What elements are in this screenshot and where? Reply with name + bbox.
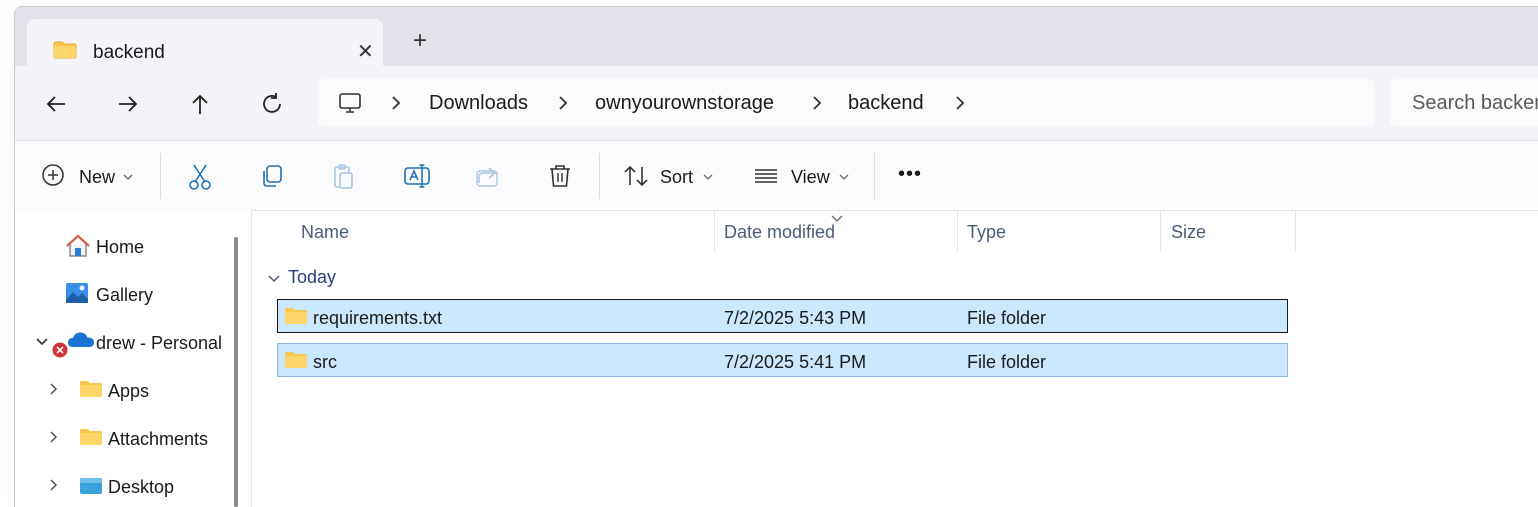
breadcrumb-downloads[interactable]: Downloads (429, 92, 528, 115)
separator (874, 153, 875, 199)
folder-icon (53, 41, 77, 64)
view-label[interactable]: View (791, 167, 830, 188)
breadcrumb-backend[interactable]: backend (848, 92, 924, 115)
navigation-bar: Downloads ownyourownstorage backend Sear… (15, 66, 1538, 140)
tab-backend[interactable]: backend ✕ (27, 19, 383, 69)
column-header-name[interactable]: Name (301, 222, 349, 243)
file-type: File folder (967, 308, 1047, 328)
refresh-icon (263, 93, 281, 113)
copy-button[interactable] (259, 163, 285, 191)
arrow-up-icon (192, 94, 208, 114)
file-type: File folder (967, 352, 1047, 372)
chevron-right-icon[interactable] (49, 430, 59, 449)
trash-icon (550, 165, 570, 187)
search-input[interactable]: Search backen (1390, 79, 1538, 127)
sort-button[interactable] (623, 163, 649, 191)
chevron-down-icon[interactable] (123, 169, 133, 197)
sidebar-item-onedrive[interactable]: drew - Personal (96, 333, 222, 354)
sync-error-icon (51, 341, 69, 364)
folder-icon (79, 428, 103, 451)
new-label[interactable]: New (79, 167, 115, 188)
separator (599, 153, 600, 199)
close-tab-icon[interactable]: ✕ (357, 39, 374, 64)
column-header-size[interactable]: Size (1171, 222, 1206, 243)
scissors-icon (189, 164, 211, 190)
column-divider[interactable] (1160, 210, 1161, 252)
breadcrumb-ownyourownstorage[interactable]: ownyourownstorage (595, 92, 774, 115)
column-header-type[interactable]: Type (967, 222, 1006, 243)
new-button[interactable] (41, 163, 65, 191)
sidebar-item-home[interactable]: Home (96, 237, 144, 258)
refresh-button[interactable] (259, 91, 289, 121)
column-divider[interactable] (957, 210, 958, 252)
file-date-modified: 7/2/2025 5:43 PM (724, 308, 867, 328)
gallery-icon (65, 281, 89, 310)
sort-label[interactable]: Sort (660, 167, 693, 188)
chevron-right-icon[interactable] (954, 94, 966, 117)
onedrive-icon (67, 331, 95, 354)
chevron-down-icon[interactable] (267, 271, 281, 289)
sidebar-item-attachments[interactable]: Attachments (108, 429, 208, 450)
folder-icon (79, 380, 103, 403)
tab-bar: backend ✕ + (15, 7, 1538, 69)
column-divider[interactable] (1295, 210, 1296, 252)
file-explorer-window: backend ✕ + Downloads ownyourownstorage … (14, 6, 1538, 507)
new-tab-button[interactable]: + (413, 29, 427, 53)
group-header-today[interactable]: Today (288, 267, 336, 288)
search-placeholder: Search backen (1412, 92, 1538, 114)
share-button[interactable] (475, 163, 501, 191)
table-row[interactable]: requirements.txt 7/2/2025 5:43 PM File f… (277, 299, 1288, 333)
up-button[interactable] (187, 91, 217, 121)
rename-icon (404, 164, 430, 188)
rename-button[interactable] (403, 163, 431, 191)
arrow-left-icon (46, 96, 65, 112)
sidebar-item-gallery[interactable]: Gallery (96, 285, 153, 306)
this-pc-icon[interactable] (338, 91, 362, 120)
address-bar[interactable]: Downloads ownyourownstorage backend (318, 79, 1375, 127)
navigation-pane-scrollbar[interactable] (234, 237, 238, 507)
chevron-right-icon[interactable] (49, 382, 59, 401)
arrow-right-icon (119, 96, 138, 112)
chevron-down-icon[interactable] (703, 169, 713, 197)
chevron-down-icon[interactable] (35, 334, 49, 352)
pane-divider[interactable] (251, 210, 252, 507)
table-row[interactable]: src 7/2/2025 5:41 PM File folder (277, 343, 1288, 377)
navigation-pane: Home Gallery drew - Personal Apps Attach… (15, 210, 251, 507)
command-bar: New Sort View ••• (15, 140, 1538, 211)
cut-button[interactable] (187, 163, 213, 191)
file-name: src (313, 352, 337, 372)
separator (160, 153, 161, 199)
tab-title: backend (93, 42, 165, 63)
file-date-modified: 7/2/2025 5:41 PM (724, 352, 867, 372)
chevron-right-icon[interactable] (390, 94, 402, 117)
copy-icon (263, 165, 282, 187)
sidebar-item-apps[interactable]: Apps (108, 381, 149, 402)
forward-button[interactable] (115, 91, 145, 121)
paste-button[interactable] (331, 163, 357, 191)
share-icon (476, 167, 498, 187)
column-header-date-modified[interactable]: Date modified (724, 222, 835, 243)
chevron-right-icon[interactable] (811, 94, 823, 117)
column-divider[interactable] (714, 210, 715, 252)
paste-icon (334, 164, 353, 189)
plus-circle-icon (42, 164, 64, 186)
folder-icon (284, 351, 308, 374)
delete-button[interactable] (547, 163, 573, 191)
folder-icon (284, 307, 308, 330)
more-options-icon[interactable]: ••• (898, 163, 922, 186)
chevron-down-icon[interactable] (839, 169, 849, 197)
chevron-right-icon[interactable] (49, 478, 59, 497)
sidebar-item-desktop[interactable]: Desktop (108, 477, 174, 498)
view-button[interactable] (753, 163, 779, 191)
back-button[interactable] (43, 91, 73, 121)
home-icon (65, 234, 91, 263)
chevron-right-icon[interactable] (557, 94, 569, 117)
desktop-folder-icon (79, 477, 103, 500)
file-name: requirements.txt (313, 308, 443, 328)
sort-icon (624, 165, 648, 187)
view-lines-icon (755, 169, 777, 183)
